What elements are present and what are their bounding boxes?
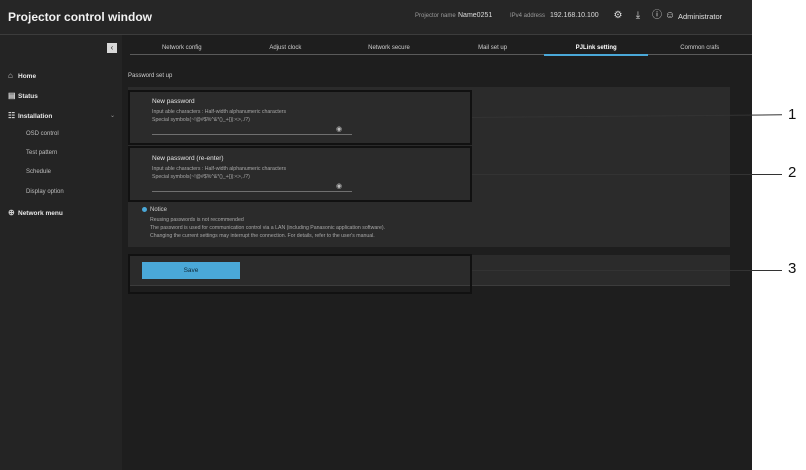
callout-leader-2 [472, 174, 782, 175]
callout-box-1 [128, 90, 472, 145]
download-icon[interactable]: ⤓ [632, 10, 644, 22]
notice-title: Notice [142, 207, 167, 213]
callout-number-3: 3 [788, 260, 797, 277]
tab-common-crafs[interactable]: Common crafs [648, 43, 752, 55]
sidebar-item-test-pattern[interactable]: Test pattern [26, 150, 57, 156]
tab-network-config[interactable]: Network config [130, 43, 234, 55]
notice-item: Reusing passwords is not recommended [150, 217, 244, 223]
sidebar-item-home[interactable]: ⌂ Home [8, 71, 36, 80]
status-icon: ▤ [8, 91, 16, 100]
callout-number-1: 1 [788, 106, 797, 123]
tab-network-secure[interactable]: Network secure [337, 43, 441, 55]
callout-box-3 [128, 254, 472, 294]
collapse-sidebar-button[interactable]: ‹ [107, 43, 117, 53]
projector-name-value: Name0251 [458, 12, 493, 19]
sidebar-item-installation[interactable]: ☷ Installation [8, 111, 52, 120]
sidebar-item-status[interactable]: ▤ Status [8, 91, 38, 100]
network-icon: ⊕ [8, 208, 15, 217]
sidebar: ‹ ⌂ Home ▤ Status ☷ Installation ⌄ OSD cont… [0, 35, 122, 470]
sidebar-item-osd-control[interactable]: OSD control [26, 131, 59, 137]
home-icon: ⌂ [8, 71, 13, 80]
callout-number-2: 2 [788, 164, 797, 181]
section-title: Password set up [128, 73, 173, 79]
ip-address-value: 192.168.10.100 [550, 12, 599, 19]
projector-control-window: Projector control window Projector name … [0, 0, 752, 470]
tab-mail-set-up[interactable]: Mail set up [440, 43, 545, 55]
sidebar-item-schedule[interactable]: Schedule [26, 169, 51, 175]
top-bar: Projector control window Projector name … [0, 0, 752, 35]
notice-icon [142, 207, 147, 212]
sidebar-item-display-option[interactable]: Display option [26, 189, 64, 195]
tab-adjust-clock[interactable]: Adjust clock [233, 43, 338, 55]
tab-bar: Network config Adjust clock Network secu… [130, 43, 752, 56]
callout-leader-3 [472, 270, 782, 271]
installation-icon: ☷ [8, 111, 16, 120]
user-icon[interactable]: ☺ [664, 10, 676, 22]
notice-item: Changing the current settings may interr… [150, 233, 375, 239]
tab-pjlink-setting[interactable]: PJLink setting [544, 43, 648, 56]
language-icon[interactable]: ⚙ [612, 10, 624, 22]
notice-item: The password is used for communication c… [150, 225, 385, 231]
callout-box-2 [128, 146, 472, 202]
user-name[interactable]: Administrator [678, 12, 722, 21]
projector-name-label: Projector name [415, 13, 456, 19]
app-title: Projector control window [8, 10, 153, 24]
chevron-down-icon: ⌄ [110, 113, 116, 119]
sidebar-item-network-menu[interactable]: ⊕ Network menu [8, 208, 63, 217]
ip-address-label: IPv4 address [510, 13, 546, 19]
info-icon[interactable]: ⓘ [651, 10, 663, 22]
